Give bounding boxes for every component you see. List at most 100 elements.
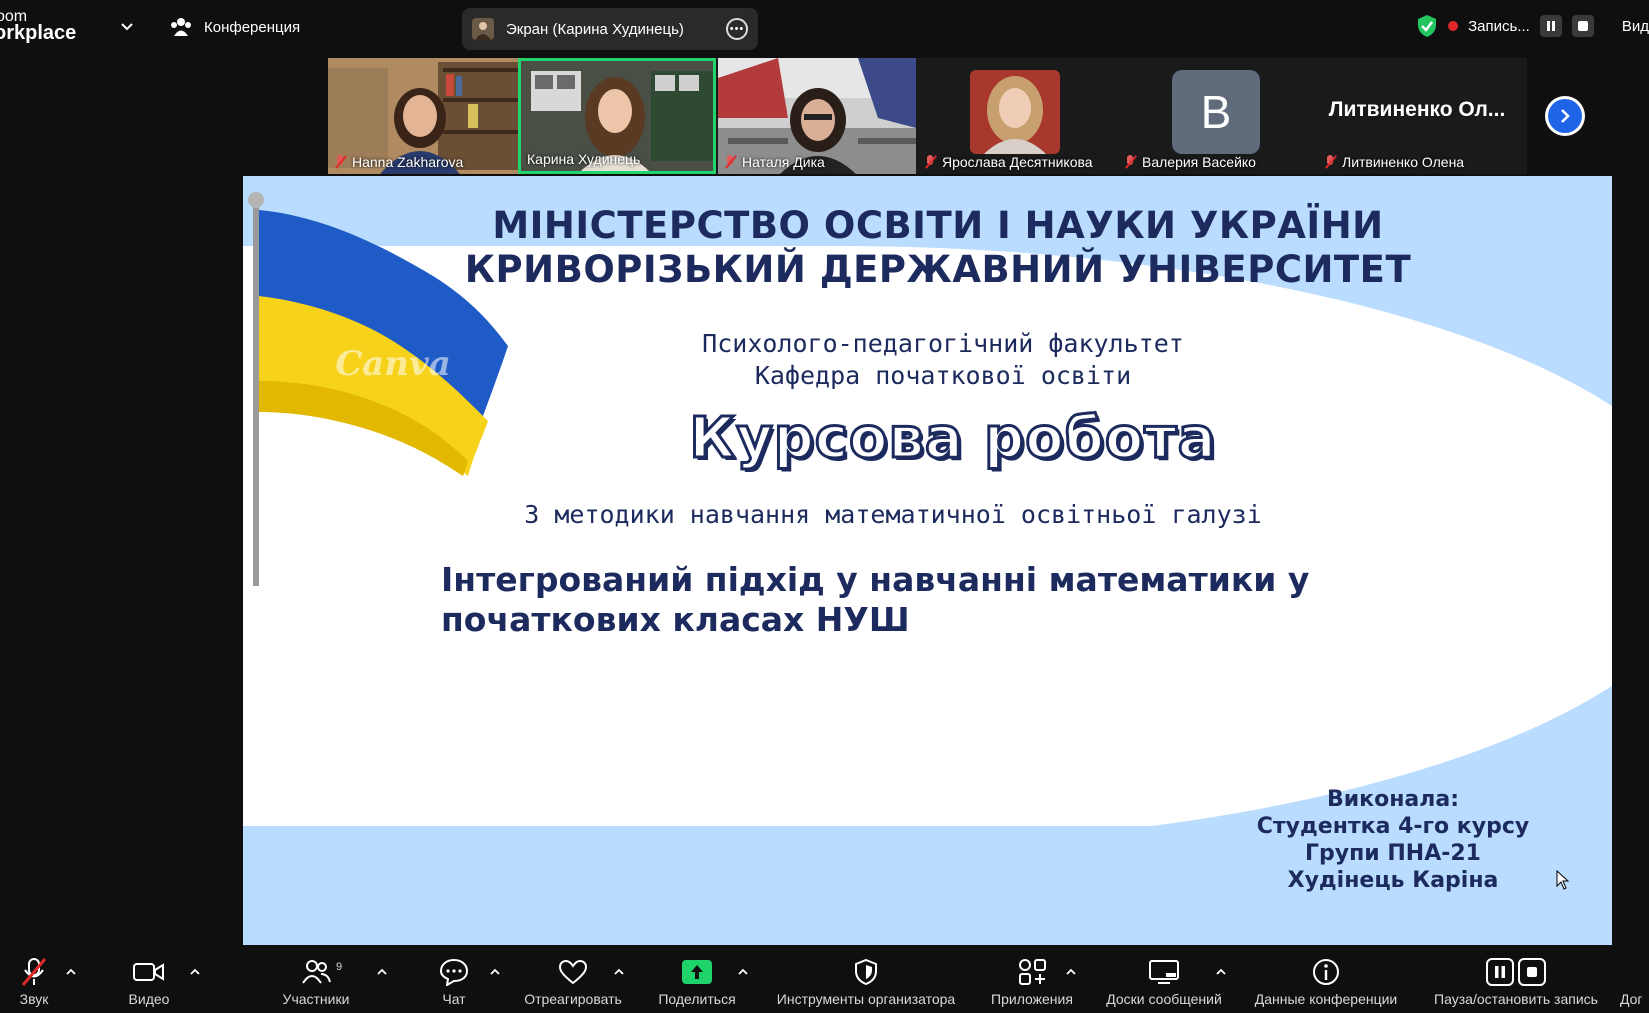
whiteboard-icon <box>1149 960 1179 984</box>
participant-profile-photo <box>970 70 1060 154</box>
chat-label: Чат <box>442 991 466 1007</box>
participants-icon <box>302 960 331 984</box>
meeting-info-label: Данные конференции <box>1254 991 1398 1007</box>
stop-icon[interactable] <box>1518 958 1546 986</box>
participant-name: Hanna Zakharova <box>352 154 464 170</box>
participant-name-row: Карина Худинець <box>527 151 640 167</box>
recording-label: Запись... <box>1468 17 1530 35</box>
meeting-info-button[interactable]: Данные конференции <box>1246 945 1406 1013</box>
info-icon <box>1313 959 1339 985</box>
video-strip: Hanna Zakharova Карина Худинець Наталя Д… <box>328 58 1527 174</box>
top-bar: oom orkplace Конференция Экран (Карина Х… <box>0 0 1649 56</box>
slide-title-line2: КРИВОРІЗЬКИЙ ДЕРЖАВНИЙ УНІВЕРСИТЕТ <box>464 248 1412 291</box>
heart-icon <box>558 959 588 985</box>
faculty-text: Психолого-педагогічний факультет <box>702 329 1184 358</box>
shield-icon <box>855 958 877 986</box>
recording-dot-icon <box>1448 21 1459 31</box>
chevron-up-icon[interactable] <box>1066 967 1076 977</box>
more-options-icon[interactable]: ••• <box>726 18 748 40</box>
view-button[interactable]: Вид <box>1622 18 1649 35</box>
top-right-controls: Запись... Вид <box>1416 14 1649 38</box>
participants-label: Участники <box>282 991 350 1007</box>
participant-tile[interactable]: Hanna Zakharova <box>328 58 526 174</box>
participant-name: Литвиненко Олена <box>1342 154 1465 170</box>
pause-icon[interactable] <box>1486 958 1514 986</box>
screen-share-indicator[interactable]: Экран (Карина Худинець) ••• <box>462 8 758 50</box>
participant-name: Валерия Васейко <box>1142 154 1256 170</box>
meeting-toolbar: Звук Видео Участники 9 Чат Отреагировать <box>0 945 1649 1013</box>
subject-text: З методики навчання математичної освітнь… <box>524 500 1262 529</box>
pause-recording-button[interactable] <box>1539 15 1562 37</box>
participant-name: Карина Худинець <box>527 151 641 167</box>
share-screen-button[interactable]: Поделиться <box>652 945 742 1013</box>
share-arrow-icon <box>682 960 712 984</box>
author-line3: Групи ПНА-21 <box>1305 841 1481 866</box>
participant-name: Наталя Дика <box>742 154 825 170</box>
audio-button[interactable]: Звук <box>10 945 58 1013</box>
topic-line1: Інтегрований підхід у навчанні математик… <box>441 560 1310 599</box>
whiteboards-button[interactable]: Доски сообщений <box>1096 945 1232 1013</box>
conference-label: Конференция <box>204 18 301 36</box>
stop-icon <box>1577 21 1588 31</box>
mic-muted-icon <box>1324 155 1336 169</box>
pause-stop-recording-label: Пауза/остановить запись <box>1434 991 1598 1007</box>
apps-button[interactable]: Приложения <box>984 945 1080 1013</box>
avatar: B <box>1172 70 1260 154</box>
topic-text: Інтегрований підхід у навчанні математик… <box>441 560 1441 640</box>
topic-line2: початкових класах НУШ <box>441 600 910 639</box>
chevron-up-icon[interactable] <box>377 967 387 977</box>
chevron-up-icon[interactable] <box>190 967 200 977</box>
author-line4: Худінець Каріна <box>1287 868 1499 893</box>
slide-title-line1: МІНІСТЕРСТВО ОСВІТИ І НАУКИ УКРАЇНИ <box>492 204 1384 247</box>
chevron-up-icon[interactable] <box>738 967 748 977</box>
host-tools-button[interactable]: Инструменты организатора <box>766 945 966 1013</box>
conference-button[interactable]: Конференция <box>170 17 300 37</box>
slide-title: МІНІСТЕРСТВО ОСВІТИ І НАУКИ УКРАЇНИ КРИВ… <box>363 204 1513 292</box>
video-button[interactable]: Видео <box>118 945 180 1013</box>
participant-tile[interactable]: Литвиненко Ол... Литвиненко Олена <box>1318 58 1516 174</box>
apps-label: Приложения <box>991 991 1073 1007</box>
participant-name-row: Hanna Zakharova <box>334 154 463 170</box>
chevron-down-icon[interactable] <box>120 20 134 34</box>
react-button[interactable]: Отреагировать <box>518 945 628 1013</box>
pause-stop-recording-button[interactable]: Пауза/остановить запись <box>1424 945 1608 1013</box>
chevron-up-icon[interactable] <box>614 967 624 977</box>
participant-name-row: Валерия Васейко <box>1124 154 1256 170</box>
mic-muted-icon <box>334 155 346 169</box>
next-page-button[interactable] <box>1545 96 1585 136</box>
stop-recording-button[interactable] <box>1571 15 1594 37</box>
user-avatar-icon <box>472 18 494 40</box>
participant-name-row: Наталя Дика <box>724 154 825 170</box>
faculty-block: Психолого-педагогічний факультет Кафедра… <box>443 328 1443 392</box>
participant-name-row: Ярослава Десятникова <box>924 154 1093 170</box>
participant-tile[interactable]: Ярослава Десятникова <box>918 58 1116 174</box>
participants-button[interactable]: Участники <box>276 945 356 1013</box>
pause-icon <box>1546 21 1555 31</box>
slide-heading: Курсова робота <box>688 405 1217 473</box>
brand-line2: orkplace <box>0 22 77 44</box>
more-button[interactable]: Дог <box>1620 945 1649 1013</box>
mic-muted-icon <box>724 155 736 169</box>
chevron-up-icon[interactable] <box>66 967 76 977</box>
app-logo: oom orkplace <box>0 8 82 44</box>
mouse-cursor-icon <box>1556 870 1570 890</box>
participant-display-name: Литвиненко Ол... <box>1328 98 1506 121</box>
host-tools-label: Инструменты организатора <box>776 991 956 1007</box>
author-block: Виконала: Студентка 4-го курсу Групи ПНА… <box>1203 786 1583 894</box>
chat-button[interactable]: Чат <box>430 945 478 1013</box>
chevron-right-icon <box>1561 109 1570 123</box>
participants-count-badge: 9 <box>336 961 343 973</box>
chat-bubble-icon <box>439 958 469 986</box>
participant-tile[interactable]: Наталя Дика <box>718 58 916 174</box>
mic-muted-icon <box>924 155 936 169</box>
microphone-muted-icon <box>21 958 47 986</box>
more-label: Дог <box>1620 991 1643 1007</box>
chevron-up-icon[interactable] <box>490 967 500 977</box>
shared-screen-slide: Canva МІНІСТЕРСТВО ОСВІТИ І НАУКИ УКРАЇН… <box>243 176 1612 945</box>
mic-muted-icon <box>1124 155 1136 169</box>
author-line2: Студентка 4-го курсу <box>1256 814 1530 839</box>
chevron-up-icon[interactable] <box>1216 967 1226 977</box>
participant-tile-active-speaker[interactable]: Карина Худинець <box>518 58 716 174</box>
shield-check-icon[interactable] <box>1416 14 1438 38</box>
participant-tile[interactable]: B Валерия Васейко <box>1118 58 1316 174</box>
